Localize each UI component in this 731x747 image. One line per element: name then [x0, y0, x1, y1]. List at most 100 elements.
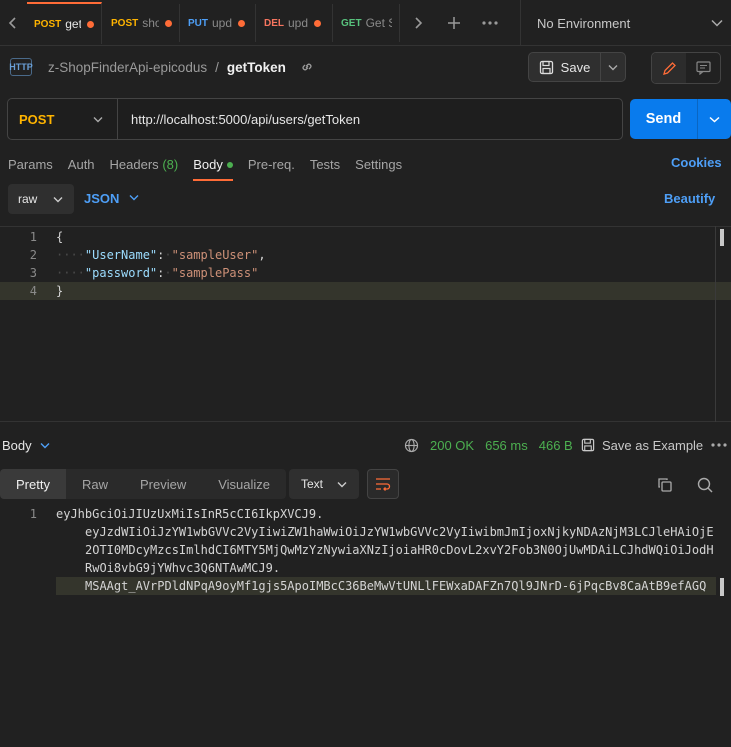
editor-scrollbar[interactable]	[720, 229, 724, 246]
chevron-left-icon[interactable]	[0, 0, 26, 46]
response-line: eyJzdWIiOiJzYW1wbGVVc2VyIiwiZW1haWwiOiJz…	[85, 523, 714, 541]
method-label: POST	[19, 111, 55, 127]
comment-icon[interactable]	[686, 53, 720, 83]
tab-tests[interactable]: Tests	[310, 157, 340, 172]
chevron-down-icon	[40, 438, 50, 453]
save-button-group: Save	[528, 52, 626, 82]
tab-pretty[interactable]: Pretty	[0, 469, 66, 499]
new-tab-plus-icon[interactable]	[441, 0, 467, 46]
tab-prereq[interactable]: Pre-req.	[248, 157, 295, 172]
tab-params[interactable]: Params	[8, 157, 53, 172]
cookies-link[interactable]: Cookies	[671, 155, 722, 170]
chevron-right-icon[interactable]	[405, 0, 431, 46]
response-time[interactable]: 656 ms	[485, 438, 528, 453]
tab-raw[interactable]: Raw	[65, 469, 124, 499]
save-as-example-button[interactable]: Save as Example	[581, 438, 703, 453]
method-selector[interactable]: POST	[8, 99, 118, 139]
tab-method: POST	[111, 17, 139, 29]
unsaved-dot	[238, 19, 245, 27]
response-text: eyJzdWIiOiJzYW1wbGVVc2VyIiwiZW1haWwiOiJz…	[85, 525, 714, 539]
chevron-down-icon	[711, 19, 723, 27]
environment-selector[interactable]: No Environment	[520, 0, 731, 46]
tab-visualize[interactable]: Visualize	[202, 469, 287, 499]
beautify-link[interactable]: Beautify	[664, 191, 715, 206]
url-input[interactable]: http://localhost:5000/api/users/getToken	[118, 112, 360, 127]
json-value: "samplePass"	[171, 266, 259, 280]
chevron-down-icon	[129, 191, 139, 206]
save-options-dropdown[interactable]	[601, 53, 625, 81]
headers-count: (8)	[162, 156, 179, 172]
save-button[interactable]: Save	[529, 53, 601, 81]
pencil-icon[interactable]	[652, 53, 686, 83]
tab-name: Get Sh	[365, 16, 392, 30]
breadcrumb-collection[interactable]: z-ShopFinderApi-epicodus	[48, 60, 207, 75]
request-body-editor[interactable]: 1 { 2 ····"UserName":·"sampleUser", 3 ··…	[0, 226, 731, 422]
save-icon	[539, 60, 554, 75]
save-as-example-label: Save as Example	[602, 437, 704, 453]
page-title[interactable]: getToken	[227, 60, 286, 75]
response-line: RwOi8vbG9jYWhvc3Q6NTAwMCJ9.	[85, 559, 280, 577]
body-language-label: JSON	[84, 191, 120, 206]
chevron-down-icon	[337, 481, 347, 488]
tab-request-2[interactable]: PUT upd	[181, 4, 256, 42]
tab-settings[interactable]: Settings	[355, 157, 402, 172]
response-scrollbar[interactable]	[720, 578, 724, 596]
response-body-dropdown[interactable]: Body	[2, 438, 50, 453]
status-code[interactable]: 200 OK	[430, 438, 474, 453]
response-line: MSAAgt_AVrPDldNPqA9oyMf1gjs5ApoIMBcC36Be…	[56, 577, 716, 595]
editor-line: 1 {	[0, 228, 731, 246]
tab-body[interactable]: Body	[193, 156, 233, 181]
response-status: 200 OK 656 ms 466 B	[404, 438, 573, 453]
save-icon	[581, 438, 595, 453]
search-icon[interactable]	[697, 477, 713, 493]
breadcrumb: HTTP z-ShopFinderApi-epicodus / getToken	[9, 50, 314, 84]
response-text: 2OTI0MDcyMzcsImlhdCI6MTY5MjQwMzYzNywiaXN…	[85, 543, 714, 557]
body-language-select[interactable]: JSON	[84, 191, 139, 206]
line-number: 3	[29, 266, 37, 280]
tab-headers-label: Headers	[109, 156, 159, 172]
more-tabs-icon[interactable]	[477, 0, 503, 46]
send-button-group: Send	[630, 99, 731, 139]
body-mode-label: raw	[18, 192, 38, 206]
tab-name: upd	[212, 16, 232, 30]
tab-request-3[interactable]: DEL upd	[257, 4, 333, 42]
copy-icon[interactable]	[657, 477, 673, 493]
save-label: Save	[560, 59, 591, 75]
response-text: MSAAgt_AVrPDldNPqA9oyMf1gjs5ApoIMBcC36Be…	[85, 579, 707, 593]
chevron-down-icon	[53, 196, 63, 203]
response-header: Body 200 OK 656 ms 466 B Save as Example	[0, 430, 731, 460]
url-bar: POST http://localhost:5000/api/users/get…	[7, 98, 623, 140]
response-size[interactable]: 466 B	[539, 438, 573, 453]
code-text: {	[56, 230, 64, 244]
environment-label: No Environment	[537, 15, 631, 31]
response-format-label: Text	[301, 477, 324, 491]
body-mode-select[interactable]: raw	[8, 184, 74, 214]
tab-body-label: Body	[193, 156, 223, 172]
tab-method: GET	[341, 17, 362, 29]
tab-request-1[interactable]: POST sho	[104, 4, 180, 42]
send-button[interactable]: Send	[630, 99, 698, 139]
tab-request-4[interactable]: GET Get Sh	[334, 4, 400, 42]
unsaved-dot	[87, 20, 94, 28]
request-tabs: Params Auth Headers (8) Body Pre-req. Te…	[8, 148, 402, 181]
editor-line: 3 ····"password":·"samplePass"	[0, 264, 731, 282]
tab-preview[interactable]: Preview	[123, 469, 203, 499]
chevron-down-icon	[93, 116, 103, 123]
line-number: 1	[29, 507, 37, 521]
tab-name: upd	[288, 16, 308, 30]
tab-request-0[interactable]: POST get	[27, 2, 102, 44]
tab-headers[interactable]: Headers (8)	[110, 157, 179, 172]
send-options-dropdown[interactable]	[698, 99, 731, 139]
globe-icon[interactable]	[404, 438, 419, 453]
response-view-tabs: Pretty Raw Preview Visualize	[0, 469, 287, 499]
json-value: "sampleUser"	[171, 248, 259, 262]
json-key: "password"	[84, 266, 158, 280]
editor-line: 2 ····"UserName":·"sampleUser",	[0, 246, 731, 264]
response-label: Body	[2, 437, 32, 453]
link-icon[interactable]	[300, 60, 314, 74]
wrap-lines-button[interactable]	[367, 469, 399, 499]
tab-auth[interactable]: Auth	[68, 157, 95, 172]
view-mode-toggle	[651, 52, 721, 84]
response-format-select[interactable]: Text	[289, 469, 359, 499]
more-options-icon[interactable]	[711, 443, 727, 447]
